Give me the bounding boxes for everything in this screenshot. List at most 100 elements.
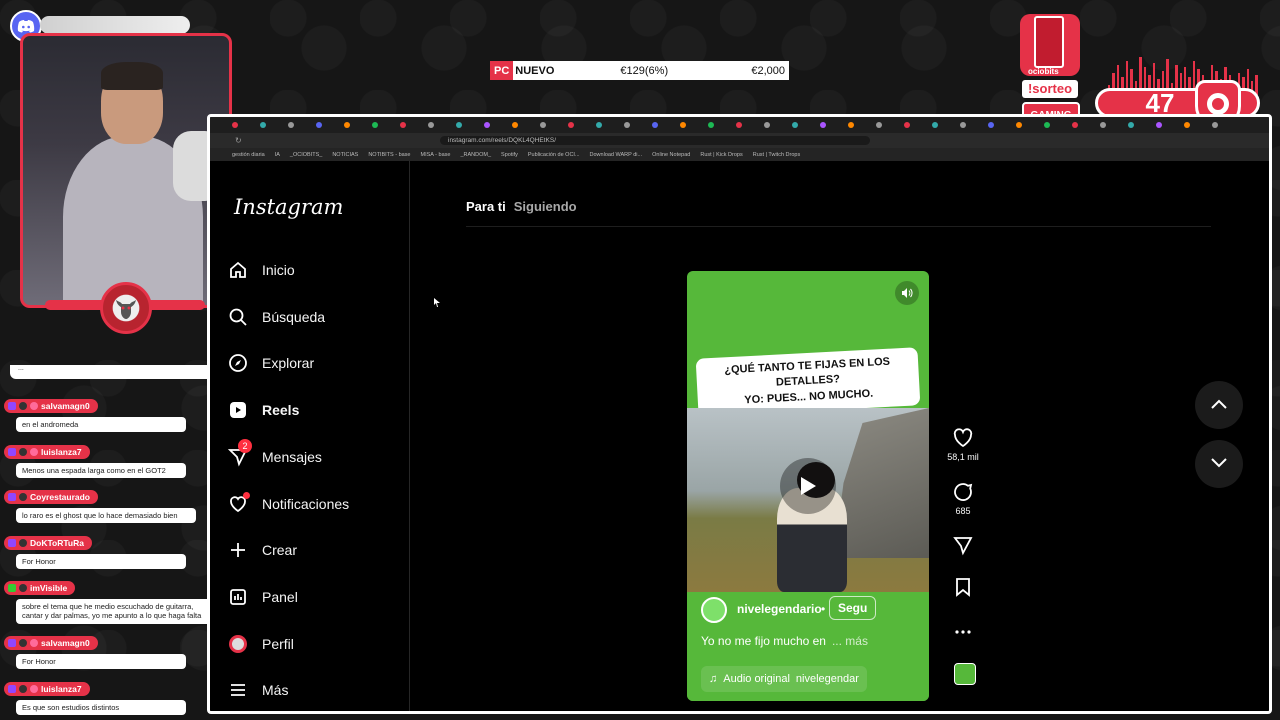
brand-label: ociobits (1028, 67, 1059, 76)
play-icon[interactable] (780, 458, 836, 514)
sidebar-item-label: Notificaciones (262, 496, 350, 512)
bookmark-item[interactable]: gestión diaria (232, 152, 265, 158)
browser-tab[interactable] (708, 120, 734, 130)
reel-username[interactable]: nivelegendario (737, 602, 822, 616)
save-button[interactable] (943, 576, 983, 601)
browser-tab[interactable] (652, 120, 678, 130)
browser-tab[interactable] (1072, 120, 1098, 130)
instagram-page: Instagram Inicio Búsqueda Explorar Reels… (210, 161, 1269, 711)
sidebar-item-reels[interactable]: Reels (228, 400, 299, 420)
bookmark-item[interactable]: NOTICIAS (332, 152, 358, 158)
sidebar-item-mensajes[interactable]: 2 Mensajes (228, 439, 322, 467)
like-button[interactable]: 58,1 mil (943, 427, 983, 462)
compass-icon (228, 353, 248, 373)
share-button[interactable] (943, 534, 983, 559)
browser-tab[interactable] (288, 120, 314, 130)
reel-video[interactable]: ¿QUÉ TANTO TE FIJAS EN LOS DETALLES? YO:… (687, 271, 929, 701)
browser-tab[interactable] (876, 120, 902, 130)
chevron-up-icon (1210, 396, 1228, 414)
browser-tab[interactable] (232, 120, 258, 130)
audio-button[interactable]: ♫ Audio original nivelegendar (701, 666, 867, 692)
bookmark-item[interactable]: Spotify (501, 152, 518, 158)
browser-tab[interactable] (484, 120, 510, 130)
bookmark-item[interactable]: Download WARP di... (590, 152, 643, 158)
browser-tab[interactable] (1128, 120, 1154, 130)
browser-tab[interactable] (512, 120, 538, 130)
bookmark-item[interactable]: NOTIBITS - base (368, 152, 410, 158)
sidebar-item-mas[interactable]: Más (228, 680, 288, 700)
browser-tab[interactable] (736, 120, 762, 130)
audio-thumbnail[interactable] (954, 663, 976, 685)
browser-tab[interactable] (400, 120, 426, 130)
browser-tab[interactable] (960, 120, 986, 130)
browser-tab[interactable] (344, 120, 370, 130)
browser-tab[interactable] (680, 120, 706, 130)
sorteo-label: !sorteo (1022, 80, 1078, 98)
chat-username: luislanza7 (41, 447, 82, 457)
volume-icon[interactable] (895, 281, 919, 305)
sidebar-item-inicio[interactable]: Inicio (228, 260, 295, 280)
instagram-logo[interactable]: Instagram (234, 195, 343, 219)
browser-tab[interactable] (1212, 120, 1238, 130)
browser-tab[interactable] (372, 120, 398, 130)
browser-tab[interactable] (596, 120, 622, 130)
bookmark-item[interactable]: _RANDOM_ (460, 152, 491, 158)
chat-text: For Honor (16, 554, 186, 570)
bookmark-item[interactable]: Rust | Twitch Drops (753, 152, 800, 158)
sidebar-item-label: Reels (262, 402, 300, 418)
browser-tab[interactable] (932, 120, 958, 130)
avatar[interactable] (701, 597, 727, 623)
browser-tab[interactable] (316, 120, 342, 130)
reels-icon (228, 400, 248, 420)
browser-tab[interactable] (792, 120, 818, 130)
sidebar-item-busqueda[interactable]: Búsqueda (228, 307, 325, 327)
reload-icon[interactable]: ↻ (235, 136, 242, 145)
browser-tab[interactable] (764, 120, 790, 130)
ticker-label: NUEVO (515, 64, 555, 77)
browser-tab[interactable] (904, 120, 930, 130)
comment-button[interactable]: 685 (943, 481, 983, 516)
tab-para-ti[interactable]: Para ti (466, 199, 506, 214)
next-reel-button[interactable] (1195, 440, 1243, 488)
sidebar-item-crear[interactable]: Crear (228, 540, 297, 560)
comment-icon (952, 481, 974, 503)
bookmark-item[interactable]: Online Notepad (652, 152, 690, 158)
browser-tab[interactable] (1184, 120, 1210, 130)
sidebar-item-explorar[interactable]: Explorar (228, 353, 314, 373)
browser-tab[interactable] (988, 120, 1014, 130)
chevron-down-icon (1210, 455, 1228, 473)
chat-text: Es que son estudios distintos (16, 700, 186, 716)
bookmark-item[interactable]: _OCIOBITS_ (290, 152, 322, 158)
ticker-tag: PC (490, 61, 514, 80)
browser-tab[interactable] (1156, 120, 1182, 130)
previous-reel-button[interactable] (1195, 381, 1243, 429)
browser-tab[interactable] (848, 120, 874, 130)
bookmark-item[interactable]: Publicación de OCI... (528, 152, 580, 158)
bookmark-icon (952, 576, 974, 598)
browser-tab[interactable] (820, 120, 846, 130)
browser-tab-strip (210, 117, 1269, 133)
bookmark-item[interactable]: Rust | Kick Drops (700, 152, 742, 158)
more-options-button[interactable] (943, 621, 983, 646)
url-field[interactable]: instagram.com/reels/DQKL4QHEtKS/ (440, 136, 870, 145)
browser-tab[interactable] (1100, 120, 1126, 130)
browser-tab[interactable] (1016, 120, 1042, 130)
more-link[interactable]: ... más (832, 634, 868, 648)
browser-tab[interactable] (428, 120, 454, 130)
bookmark-item[interactable]: IA (275, 152, 280, 158)
sidebar-item-panel[interactable]: Panel (228, 587, 298, 607)
follow-button[interactable]: Segu (829, 596, 877, 620)
browser-tab[interactable] (540, 120, 566, 130)
tab-siguiendo[interactable]: Siguiendo (514, 199, 577, 214)
browser-tab[interactable] (568, 120, 594, 130)
browser-tab[interactable] (624, 120, 650, 130)
browser-tab[interactable] (260, 120, 286, 130)
browser-tab[interactable] (1044, 120, 1070, 130)
sidebar-item-label: Búsqueda (262, 309, 326, 325)
plus-icon (228, 540, 248, 560)
sidebar-item-perfil[interactable]: Perfil (228, 634, 294, 654)
browser-tab[interactable] (456, 120, 482, 130)
sidebar-item-notificaciones[interactable]: Notificaciones (228, 492, 350, 514)
bookmark-item[interactable]: MISA - base (421, 152, 451, 158)
messages-icon: 2 (228, 439, 252, 467)
